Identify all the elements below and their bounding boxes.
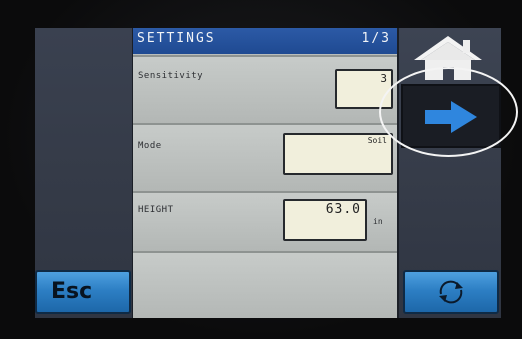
- page-title: SETTINGS: [137, 31, 216, 46]
- title-bar: SETTINGS 1/3: [133, 28, 397, 54]
- refresh-button[interactable]: [403, 270, 499, 314]
- page-indicator: 1/3: [361, 31, 391, 46]
- sensitivity-value: 3: [380, 72, 387, 85]
- mode-value: Soil: [367, 136, 387, 145]
- height-field[interactable]: 63.0: [283, 199, 367, 241]
- setting-row-height: HEIGHT 63.0 in: [133, 191, 397, 251]
- highlight-circle: [379, 67, 518, 157]
- height-label: HEIGHT: [138, 205, 174, 215]
- setting-row-empty: [133, 251, 397, 318]
- esc-button[interactable]: Esc: [35, 270, 131, 314]
- height-unit: in: [373, 217, 383, 226]
- mode-label: Mode: [138, 141, 162, 151]
- refresh-icon: [439, 280, 463, 304]
- setting-row-mode: Mode Soil: [133, 123, 397, 191]
- mode-field[interactable]: Soil: [283, 133, 393, 175]
- setting-row-sensitivity: Sensitivity 3: [133, 55, 397, 123]
- settings-panel: SETTINGS 1/3 Sensitivity 3 Mode Soil HEI…: [133, 28, 397, 318]
- sensitivity-label: Sensitivity: [138, 71, 204, 81]
- esc-label: Esc: [51, 279, 93, 304]
- height-value: 63.0: [325, 202, 361, 217]
